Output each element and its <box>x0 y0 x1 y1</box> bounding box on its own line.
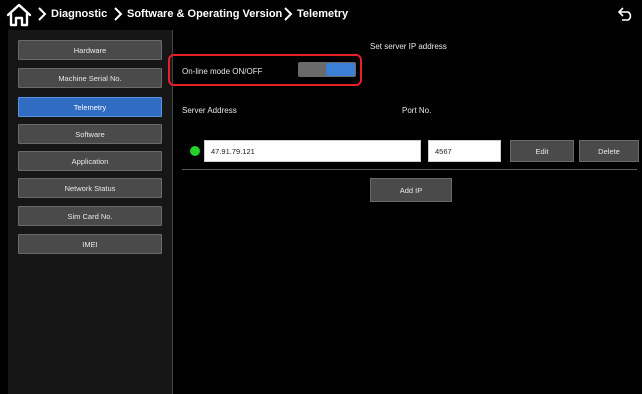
chevron-right-icon <box>284 7 293 21</box>
sidebar-item-network-status[interactable]: Network Status <box>18 178 162 198</box>
sidebar-item-label: Software <box>75 129 105 139</box>
sidebar-item-application[interactable]: Application <box>18 151 162 171</box>
sidebar-item-label: Network Status <box>64 183 116 193</box>
breadcrumb-telemetry: Telemetry <box>297 8 349 20</box>
online-mode-label: On-line mode ON/OFF <box>182 67 263 76</box>
sidebar-item-hardware[interactable]: Hardware <box>18 40 162 60</box>
add-ip-button[interactable]: Add IP <box>370 178 452 202</box>
sidebar-item-label: Telemetry <box>73 102 107 112</box>
telemetry-panel: Set server IP address On-line mode ON/OF… <box>168 30 642 394</box>
sidebar-item-sim-card[interactable]: Sim Card No. <box>18 206 162 226</box>
port-label: Port No. <box>402 106 432 115</box>
edit-button[interactable]: Edit <box>510 140 574 162</box>
chevron-right-icon <box>114 7 123 21</box>
back-arrow-icon[interactable] <box>618 7 634 21</box>
sidebar-item-label: Hardware <box>73 45 107 55</box>
chevron-right-icon <box>38 7 47 21</box>
sidebar-item-imei[interactable]: IMEI <box>18 234 162 254</box>
sidebar-item-label: Machine Serial No. <box>58 73 122 83</box>
toggle-knob <box>326 63 355 76</box>
breadcrumb-diagnostic[interactable]: Diagnostic <box>51 8 107 20</box>
sidebar-item-machine-serial[interactable]: Machine Serial No. <box>18 68 162 88</box>
sidebar-item-telemetry[interactable]: Telemetry <box>18 97 162 117</box>
sidebar-item-label: Sim Card No. <box>67 211 113 221</box>
server-address-field[interactable]: 47.91.79.121 <box>204 140 421 162</box>
connection-status-dot <box>190 146 200 156</box>
home-icon[interactable] <box>6 3 32 27</box>
sidebar-item-label: Application <box>71 156 109 166</box>
section-title: Set server IP address <box>370 42 447 51</box>
port-field[interactable]: 4567 <box>428 140 501 162</box>
divider <box>182 169 637 170</box>
server-address-label: Server Address <box>182 106 237 115</box>
online-mode-toggle[interactable] <box>298 62 356 77</box>
sidebar-item-software[interactable]: Software <box>18 124 162 144</box>
sidebar: Hardware Machine Serial No. Telemetry So… <box>8 30 173 394</box>
top-bar: Diagnostic Software & Operating Version … <box>0 0 642 30</box>
sidebar-item-label: IMEI <box>82 239 98 249</box>
delete-button[interactable]: Delete <box>579 140 639 162</box>
breadcrumb-software[interactable]: Software & Operating Version <box>127 8 282 20</box>
